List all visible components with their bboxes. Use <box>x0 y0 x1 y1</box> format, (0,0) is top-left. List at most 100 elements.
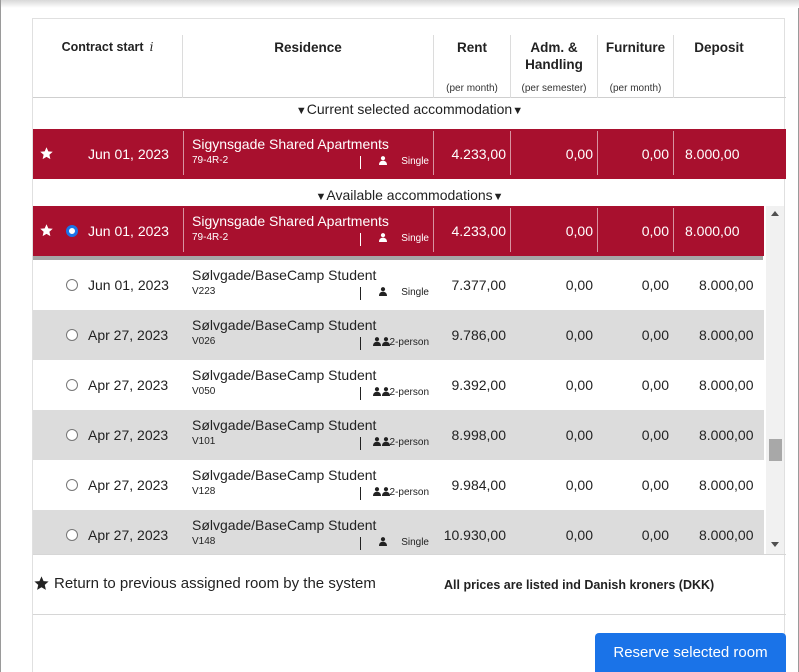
select-radio[interactable] <box>66 279 78 291</box>
adm-value: 0,00 <box>565 427 593 443</box>
furniture-value: 0,00 <box>641 427 669 443</box>
current-section-label: ▼Current selected accommodation▼ <box>33 99 786 119</box>
scroll-up-icon[interactable] <box>771 211 779 216</box>
triangle-down-icon: ▼ <box>295 105 307 117</box>
contract-date: Jun 01, 2023 <box>88 223 169 239</box>
accommodation-panel: Contract start i Residence Rent (per mont… <box>32 18 786 672</box>
deposit-value: 8.000,00 <box>685 146 740 162</box>
star-icon[interactable] <box>39 146 54 161</box>
header-furniture-label: Furniture <box>605 40 666 55</box>
accommodation-row[interactable]: Apr 27, 2023 Sølvgade/BaseCamp Student V… <box>33 460 764 510</box>
legend: Return to previous assigned room by the … <box>33 575 376 592</box>
room-code: V101 <box>192 436 216 447</box>
room-type: Single <box>379 287 429 298</box>
list-scrollbar[interactable] <box>766 206 784 555</box>
deposit-value: 8.000,00 <box>699 327 754 343</box>
select-radio[interactable] <box>66 225 78 237</box>
accommodation-row[interactable]: Apr 27, 2023 Sølvgade/BaseCamp Student V… <box>33 410 764 460</box>
header-contract-start-label: Contract start <box>61 40 144 54</box>
deposit-value: 8.000,00 <box>699 477 754 493</box>
current-accommodation-row: Jun 01, 2023 Sigynsgade Shared Apartment… <box>33 129 786 179</box>
type-divider <box>360 487 361 500</box>
accommodation-row[interactable]: Apr 27, 2023 Sølvgade/BaseCamp Student V… <box>33 310 764 360</box>
room-type-text: 2-person <box>389 337 429 348</box>
scroll-down-icon[interactable] <box>771 542 779 547</box>
available-accommodations-list[interactable]: Jun 01, 2023 Sigynsgade Shared Apartment… <box>33 206 786 555</box>
rent-value: 9.786,00 <box>451 327 507 343</box>
current-section-text: Current selected accommodation <box>306 101 513 117</box>
select-radio[interactable] <box>66 479 78 491</box>
legend-text: Return to previous assigned room by the … <box>54 575 376 592</box>
room-type: Single <box>379 537 429 548</box>
accommodation-row[interactable]: Apr 27, 2023 Sølvgade/BaseCamp Student V… <box>33 510 764 555</box>
person-icon <box>381 337 390 346</box>
header-rent: Rent (per month) <box>434 19 510 98</box>
room-type-text: Single <box>401 156 429 167</box>
room-code: 79-4R-2 <box>192 155 229 166</box>
room-type: 2-person <box>372 387 429 398</box>
person-icon <box>372 437 381 446</box>
header-adm-label-1: Adm. & <box>530 40 578 55</box>
select-radio[interactable] <box>66 329 78 341</box>
person-icon <box>381 437 390 446</box>
room-type: 2-person <box>372 337 429 348</box>
header-adm-sub: (per semester) <box>521 83 587 94</box>
accommodation-row-selected[interactable]: Jun 01, 2023 Sigynsgade Shared Apartment… <box>33 206 764 256</box>
type-divider <box>360 233 361 246</box>
contract-date: Apr 27, 2023 <box>88 527 169 543</box>
residence-name: Sølvgade/BaseCamp Student <box>192 517 377 533</box>
star-icon <box>34 576 49 590</box>
residence-name: Sigynsgade Shared Apartments <box>192 213 389 229</box>
adm-value: 0,00 <box>565 477 593 493</box>
person-icon <box>379 287 388 296</box>
type-divider <box>360 156 361 169</box>
star-icon[interactable] <box>39 223 54 238</box>
currency-note: All prices are listed ind Danish kroners… <box>444 578 715 592</box>
page-frame: Contract start i Residence Rent (per mont… <box>0 0 799 672</box>
rent-value: 4.233,00 <box>451 146 507 162</box>
select-radio[interactable] <box>66 429 78 441</box>
residence-cell: Sigynsgade Shared Apartments 79-4R-2 Sin… <box>184 129 433 179</box>
room-type: 2-person <box>372 437 429 448</box>
accommodation-row[interactable]: Apr 27, 2023 Sølvgade/BaseCamp Student V… <box>33 360 764 410</box>
residence-name: Sigynsgade Shared Apartments <box>192 136 389 152</box>
triangle-down-icon: ▼ <box>315 191 327 203</box>
person-icon <box>379 537 388 546</box>
residence-cell: Sølvgade/BaseCamp Student V128 2-person <box>184 460 433 510</box>
reserve-selected-room-button[interactable]: Reserve selected room <box>595 633 786 672</box>
furniture-value: 0,00 <box>641 527 669 543</box>
accommodation-row[interactable]: Jun 01, 2023 Sølvgade/BaseCamp Student V… <box>33 260 764 310</box>
room-code: V148 <box>192 536 216 547</box>
residence-name: Sølvgade/BaseCamp Student <box>192 317 377 333</box>
info-icon[interactable]: i <box>150 40 154 54</box>
type-divider <box>360 537 361 550</box>
type-divider <box>360 337 361 350</box>
available-section-text: Available accommodations <box>326 187 493 203</box>
rent-value: 7.377,00 <box>451 277 507 293</box>
furniture-value: 0,00 <box>641 477 669 493</box>
header-deposit-label: Deposit <box>694 40 744 55</box>
furniture-value: 0,00 <box>641 377 669 393</box>
furniture-value: 0,00 <box>641 277 669 293</box>
person-icon <box>381 487 390 496</box>
person-icon <box>379 156 388 165</box>
residence-cell: Sølvgade/BaseCamp Student V101 2-person <box>184 410 433 460</box>
type-divider <box>360 437 361 450</box>
scrollbar-thumb[interactable] <box>769 439 782 461</box>
room-code: 79-4R-2 <box>192 232 229 243</box>
contract-date: Apr 27, 2023 <box>88 427 169 443</box>
select-radio[interactable] <box>66 379 78 391</box>
person-icon <box>372 337 381 346</box>
deposit-value: 8.000,00 <box>699 427 754 443</box>
room-code: V026 <box>192 336 216 347</box>
select-radio[interactable] <box>66 529 78 541</box>
header-contract-start: Contract start i <box>33 19 182 98</box>
room-type: Single <box>379 156 429 167</box>
residence-cell: Sølvgade/BaseCamp Student V148 Single <box>184 510 433 555</box>
room-type: 2-person <box>372 487 429 498</box>
room-type-text: 2-person <box>389 437 429 448</box>
contract-date: Jun 01, 2023 <box>88 277 169 293</box>
available-section-label: ▼Available accommodations▼ <box>33 185 786 205</box>
header-adm-label-2: Handling <box>525 57 583 72</box>
header-furniture: Furniture (per month) <box>598 19 673 98</box>
